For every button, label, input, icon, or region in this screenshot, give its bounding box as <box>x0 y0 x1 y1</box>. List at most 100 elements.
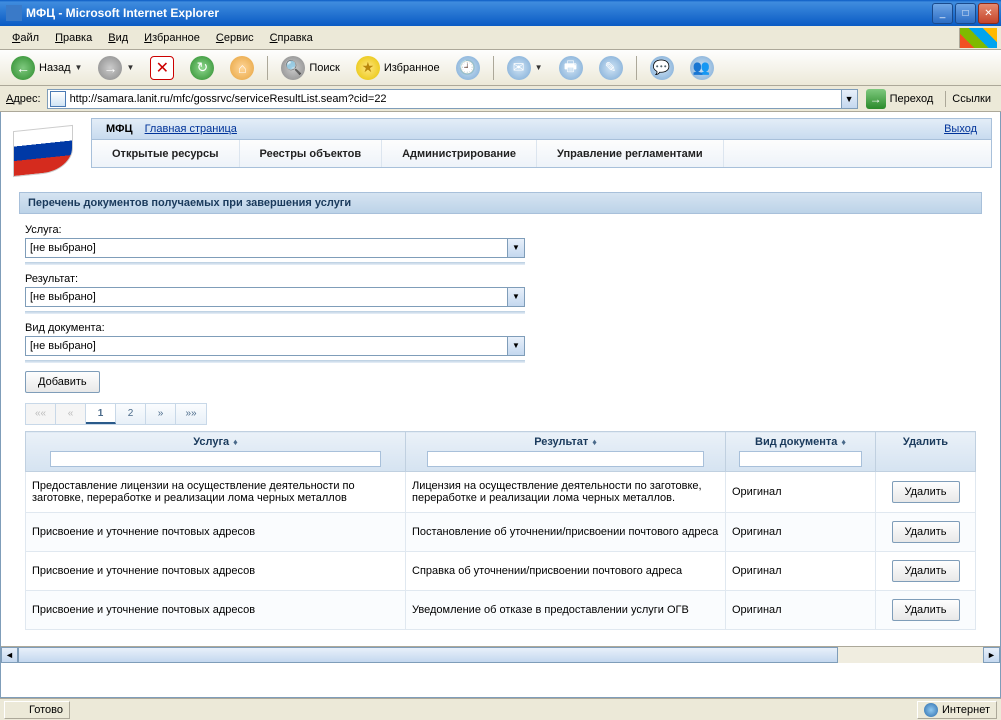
scroll-thumb[interactable] <box>18 647 838 663</box>
search-icon: 🔍 <box>281 56 305 80</box>
app-icon <box>6 5 22 21</box>
menu-tools[interactable]: Сервис <box>208 30 262 46</box>
edit-button[interactable]: ✎ <box>592 52 630 84</box>
service-select-toggle[interactable]: ▼ <box>508 238 525 258</box>
cell-result: Уведомление об отказе в предоставлении у… <box>406 591 726 630</box>
delete-button[interactable]: Удалить <box>892 599 960 621</box>
close-button[interactable]: ✕ <box>978 3 999 24</box>
cell-result: Постановление об уточнении/присвоении по… <box>406 513 726 552</box>
menu-help[interactable]: Справка <box>262 30 321 46</box>
pager-next[interactable]: » <box>146 404 176 424</box>
discuss-button[interactable]: 💬 <box>643 52 681 84</box>
pager-first[interactable]: «« <box>26 404 56 424</box>
home-button[interactable]: ⌂ <box>223 52 261 84</box>
doctype-select[interactable]: [не выбрано] <box>25 336 508 356</box>
page-icon <box>11 703 25 717</box>
menu-file[interactable]: Файл <box>4 30 47 46</box>
doctype-select-toggle[interactable]: ▼ <box>508 336 525 356</box>
refresh-button[interactable]: ↻ <box>183 52 221 84</box>
address-input[interactable] <box>68 93 841 105</box>
search-button[interactable]: 🔍 Поиск <box>274 52 346 84</box>
print-icon: 🖶 <box>559 56 583 80</box>
stop-button[interactable]: ✕ <box>143 52 181 84</box>
history-button[interactable]: 🕘 <box>449 52 487 84</box>
menubar: Файл Правка Вид Избранное Сервис Справка <box>0 26 1001 50</box>
links-button[interactable]: Ссылки <box>945 91 997 107</box>
section-title: Перечень документов получаемых при завер… <box>19 192 982 214</box>
menu-favorites[interactable]: Избранное <box>136 30 208 46</box>
filter-result-input[interactable] <box>427 451 703 467</box>
scroll-right-button[interactable]: ► <box>983 647 1000 663</box>
pager-prev[interactable]: « <box>56 404 86 424</box>
history-icon: 🕘 <box>456 56 480 80</box>
refresh-icon: ↻ <box>190 56 214 80</box>
nav-object-registries[interactable]: Реестры объектов <box>240 140 383 167</box>
minimize-button[interactable]: _ <box>932 3 953 24</box>
mail-icon: ✉ <box>507 56 531 80</box>
home-icon: ⌂ <box>230 56 254 80</box>
cell-doctype: Оригинал <box>726 552 876 591</box>
cell-service: Присвоение и уточнение почтовых адресов <box>26 591 406 630</box>
service-label: Услуга: <box>25 224 976 236</box>
breadcrumb-home[interactable]: Главная страница <box>139 123 243 135</box>
windows-logo-icon <box>959 28 997 48</box>
filter-doctype-input[interactable] <box>739 451 862 467</box>
page-icon <box>50 91 66 107</box>
research-button[interactable]: 👥 <box>683 52 721 84</box>
horizontal-scrollbar[interactable]: ◄ ► <box>1 646 1000 663</box>
go-label: Переход <box>890 93 934 105</box>
mail-button[interactable]: ✉▼ <box>500 52 550 84</box>
chevron-down-icon: ▼ <box>126 63 134 72</box>
status-ready: Готово <box>4 701 70 719</box>
scroll-left-button[interactable]: ◄ <box>1 647 18 663</box>
back-button[interactable]: ← Назад ▼ <box>4 52 89 84</box>
filter-service-input[interactable] <box>50 451 380 467</box>
sort-icon: ♦ <box>233 437 238 447</box>
scroll-track[interactable] <box>18 647 983 663</box>
print-button[interactable]: 🖶 <box>552 52 590 84</box>
menu-view[interactable]: Вид <box>100 30 136 46</box>
go-icon: → <box>866 89 886 109</box>
delete-button[interactable]: Удалить <box>892 481 960 503</box>
favorites-button[interactable]: ★ Избранное <box>349 52 447 84</box>
nav-open-resources[interactable]: Открытые ресурсы <box>92 140 240 167</box>
col-result-header[interactable]: Результат♦ <box>406 432 726 472</box>
discuss-icon: 💬 <box>650 56 674 80</box>
nav-regulations[interactable]: Управление регламентами <box>537 140 724 167</box>
go-button[interactable]: → Переход <box>862 87 938 111</box>
flag-icon <box>13 125 73 177</box>
cell-doctype: Оригинал <box>726 472 876 513</box>
research-icon: 👥 <box>690 56 714 80</box>
cell-result: Справка об уточнении/присвоении почтовог… <box>406 552 726 591</box>
cell-doctype: Оригинал <box>726 513 876 552</box>
col-delete-header: Удалить <box>876 432 976 472</box>
toolbar: ← Назад ▼ → ▼ ✕ ↻ ⌂ 🔍 Поиск ★ Избранное … <box>0 50 1001 86</box>
menu-edit[interactable]: Правка <box>47 30 100 46</box>
nav-administration[interactable]: Администрирование <box>382 140 537 167</box>
star-icon: ★ <box>356 56 380 80</box>
cell-service: Присвоение и уточнение почтовых адресов <box>26 513 406 552</box>
edit-icon: ✎ <box>599 56 623 80</box>
forward-button[interactable]: → ▼ <box>91 52 141 84</box>
add-button[interactable]: Добавить <box>25 371 100 393</box>
delete-button[interactable]: Удалить <box>892 560 960 582</box>
pager-page-2[interactable]: 2 <box>116 404 146 424</box>
window-titlebar: МФЦ - Microsoft Internet Explorer _ □ ✕ <box>0 0 1001 26</box>
table-row: Присвоение и уточнение почтовых адресовУ… <box>26 591 976 630</box>
delete-button[interactable]: Удалить <box>892 521 960 543</box>
pager-last[interactable]: »» <box>176 404 206 424</box>
col-service-header[interactable]: Услуга♦ <box>26 432 406 472</box>
maximize-button[interactable]: □ <box>955 3 976 24</box>
globe-icon <box>924 703 938 717</box>
chevron-down-icon: ▼ <box>75 63 83 72</box>
address-bar: Адрес: ▼ → Переход Ссылки <box>0 86 1001 112</box>
col-doctype-header[interactable]: Вид документа♦ <box>726 432 876 472</box>
pager-page-1[interactable]: 1 <box>86 404 116 424</box>
back-icon: ← <box>11 56 35 80</box>
breadcrumb-exit[interactable]: Выход <box>938 123 983 135</box>
breadcrumb-mfc[interactable]: МФЦ <box>100 123 139 135</box>
address-dropdown[interactable]: ▼ <box>841 90 857 108</box>
result-select-toggle[interactable]: ▼ <box>508 287 525 307</box>
service-select[interactable]: [не выбрано] <box>25 238 508 258</box>
result-select[interactable]: [не выбрано] <box>25 287 508 307</box>
